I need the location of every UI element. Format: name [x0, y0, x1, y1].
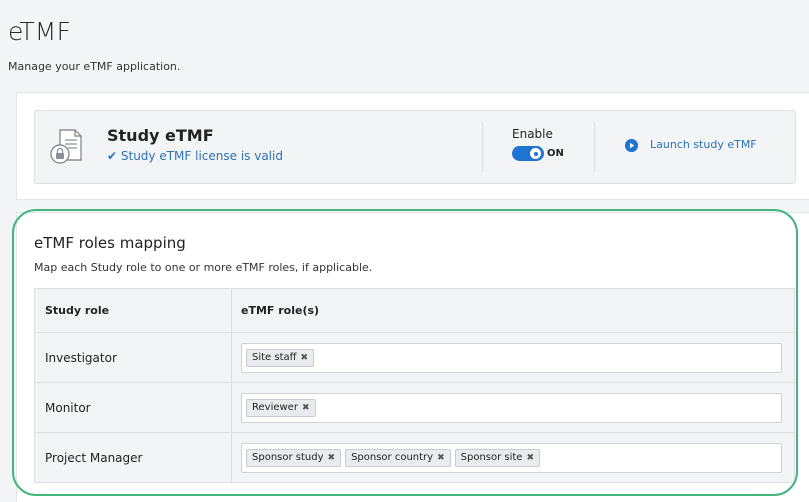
divider	[594, 122, 595, 172]
table-row: Monitor Reviewer ✖	[34, 382, 795, 433]
table-row: Project Manager Sponsor study ✖ Sponsor c…	[34, 432, 795, 483]
role-tag-label: Reviewer	[252, 402, 298, 413]
study-role-cell: Investigator	[34, 332, 232, 383]
remove-tag-icon[interactable]: ✖	[437, 453, 445, 463]
page-title: eTMF	[8, 17, 72, 46]
role-tag-label: Sponsor site	[460, 452, 523, 463]
launch-study-etmf-link[interactable]: Launch study eTMF	[650, 138, 757, 151]
remove-tag-icon[interactable]: ✖	[301, 353, 309, 363]
etmf-roles-input[interactable]: Site staff ✖	[241, 342, 782, 373]
enable-toggle[interactable]	[512, 146, 544, 161]
table-header-row: Study role eTMF role(s)	[34, 288, 795, 333]
role-tag-label: Site staff	[252, 352, 297, 363]
divider	[482, 122, 483, 172]
table-row: Investigator Site staff ✖	[34, 332, 795, 383]
enable-label: Enable	[512, 127, 553, 141]
role-tag: Sponsor site ✖	[454, 448, 541, 467]
play-circle-icon[interactable]	[625, 139, 638, 152]
role-tag-label: Sponsor study	[252, 452, 324, 463]
study-role-cell: Project Manager	[34, 432, 232, 483]
role-tag-label: Sponsor country	[351, 452, 434, 463]
column-header-study-role: Study role	[34, 288, 232, 333]
remove-tag-icon[interactable]: ✖	[526, 453, 534, 463]
page-subtitle: Manage your eTMF application.	[8, 60, 181, 73]
roles-mapping-title: eTMF roles mapping	[34, 234, 186, 252]
remove-tag-icon[interactable]: ✖	[328, 453, 336, 463]
license-status: ✔ Study eTMF license is valid	[107, 149, 283, 163]
role-tag: Sponsor country ✖	[345, 448, 451, 467]
role-tag: Sponsor study ✖	[246, 448, 342, 467]
study-etmf-title: Study eTMF	[107, 126, 214, 145]
document-lock-icon	[50, 129, 82, 164]
toggle-knob	[530, 148, 541, 159]
roles-mapping-table: Study role eTMF role(s) Investigator Sit…	[34, 288, 795, 483]
roles-mapping-description: Map each Study role to one or more eTMF …	[34, 261, 373, 274]
remove-tag-icon[interactable]: ✖	[302, 403, 310, 413]
role-tag: Site staff ✖	[246, 348, 315, 367]
column-header-etmf-roles: eTMF role(s)	[231, 288, 795, 333]
study-role-cell: Monitor	[34, 382, 232, 433]
toggle-state-label: ON	[547, 148, 564, 159]
etmf-roles-input[interactable]: Sponsor study ✖ Sponsor country ✖ Sponsor …	[241, 442, 782, 473]
role-tag: Reviewer ✖	[246, 398, 316, 417]
etmf-roles-input[interactable]: Reviewer ✖	[241, 392, 782, 423]
